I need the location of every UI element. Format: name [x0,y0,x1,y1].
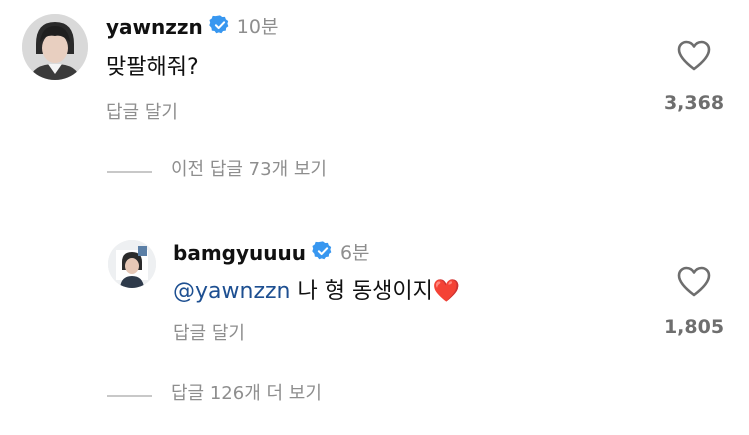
reply-body: 나 형 동생이지 [290,279,433,304]
view-previous-replies[interactable]: 이전 답글 73개 보기 [171,161,327,179]
heart-outline-icon [677,40,711,71]
person-avatar-icon [22,14,88,80]
reply-button[interactable]: 답글 달기 [106,104,178,122]
person-avatar-icon [108,240,156,288]
thread-divider [107,171,152,173]
mention-link[interactable]: @yawnzzn [173,279,290,304]
view-more-replies[interactable]: 답글 126개 더 보기 [171,385,322,403]
like-button[interactable] [677,266,711,298]
thread-divider [107,395,152,397]
comment-time: 10분 [236,15,279,38]
comment-avatar[interactable] [22,14,88,80]
heart-outline-icon [677,266,711,297]
comment-header: yawnzzn 10분 [106,14,278,40]
reply-avatar[interactable] [108,240,156,288]
like-count: 3,368 [663,92,725,114]
reply-username[interactable]: bamgyuuuu [173,243,306,263]
reply-header: bamgyuuuu 6분 [173,241,370,265]
verified-badge-icon [209,14,231,40]
verified-badge-icon [312,240,334,266]
comment-username[interactable]: yawnzzn [106,17,203,37]
reply-time: 6분 [339,241,370,264]
reply-text: @yawnzzn 나 형 동생이지❤️ [173,281,460,303]
like-count: 1,805 [663,316,725,338]
like-button[interactable] [677,40,711,72]
heart-emoji-icon: ❤️ [432,279,461,304]
reply-button[interactable]: 답글 달기 [173,325,245,343]
comment-text: 맞팔해줘? [106,55,199,80]
